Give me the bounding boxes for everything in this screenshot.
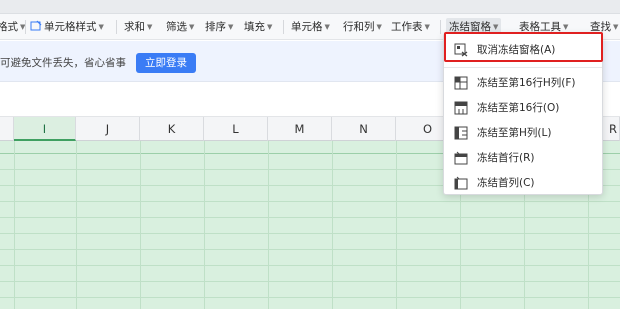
column-header-m[interactable]: M <box>268 117 332 141</box>
row-gridline <box>0 281 620 282</box>
col-gridline <box>140 141 141 309</box>
col-gridline <box>332 141 333 309</box>
row-gridline <box>0 297 620 298</box>
chevron-down-icon: ▼ <box>147 23 153 31</box>
menu-item-label: 冻结首列(C) <box>477 177 535 189</box>
notice-text: 可避免文件丢失，省心省事 <box>0 57 126 69</box>
menu-item-label: 冻结至第H列(L) <box>477 127 552 139</box>
chevron-down-icon: ▼ <box>267 23 273 31</box>
worksheet-menu[interactable]: 工作表 ▼ <box>391 18 430 36</box>
col-gridline <box>268 141 269 309</box>
cell-style-label: 单元格样式 <box>44 21 97 33</box>
rows-cols-menu[interactable]: 行和列 ▼ <box>343 18 382 36</box>
chevron-down-icon: ▼ <box>493 23 499 31</box>
sort-menu[interactable]: 排序 ▼ <box>205 18 233 36</box>
column-header-n[interactable]: N <box>332 117 396 141</box>
column-header-k[interactable]: K <box>140 117 204 141</box>
col-gridline <box>204 141 205 309</box>
cell-style-icon <box>30 20 42 31</box>
fill-label: 填充 <box>244 21 265 33</box>
separator <box>283 20 284 34</box>
cell-label: 单元格 <box>291 21 323 33</box>
freeze-rows-cols-icon <box>454 76 468 90</box>
title-strip <box>0 0 620 14</box>
rows-cols-label: 行和列 <box>343 21 375 33</box>
column-header-j[interactable]: J <box>76 117 140 141</box>
chevron-down-icon: ▼ <box>189 23 195 31</box>
chevron-down-icon: ▼ <box>563 23 569 31</box>
chevron-down-icon: ▼ <box>613 23 619 31</box>
sort-label: 排序 <box>205 21 226 33</box>
separator <box>116 20 117 34</box>
column-header-partial[interactable] <box>0 117 14 141</box>
col-gridline <box>76 141 77 309</box>
menu-item-freeze-rows-cols[interactable]: 冻结至第16行H列(F) <box>444 71 602 95</box>
format-menu[interactable]: 格式 ▼ <box>0 18 25 36</box>
menu-item-freeze-cols[interactable]: 冻结至第H列(L) <box>444 121 602 145</box>
cell-style-menu[interactable]: 单元格样式 ▼ <box>30 18 104 36</box>
cell-menu[interactable]: 单元格 ▼ <box>291 18 330 36</box>
chevron-down-icon: ▼ <box>376 23 382 31</box>
separator <box>440 20 441 34</box>
column-header-i[interactable]: I <box>14 117 76 141</box>
separator <box>25 20 26 34</box>
row-gridline <box>0 249 620 250</box>
worksheet-label: 工作表 <box>391 21 423 33</box>
col-gridline <box>14 141 15 309</box>
menu-item-label: 冻结至第16行(O) <box>477 102 560 114</box>
chevron-down-icon: ▼ <box>324 23 330 31</box>
row-gridline <box>0 201 620 202</box>
sum-label: 求和 <box>124 21 145 33</box>
format-label: 格式 <box>0 21 18 33</box>
annotation-highlight-box <box>444 32 603 62</box>
column-header-l[interactable]: L <box>204 117 268 141</box>
menu-item-label: 冻结至第16行H列(F) <box>477 77 576 89</box>
menu-separator <box>444 67 602 68</box>
row-gridline <box>0 217 620 218</box>
menu-item-label: 冻结首行(R) <box>477 152 535 164</box>
freeze-first-col-icon <box>454 176 468 190</box>
chevron-down-icon: ▼ <box>98 23 104 31</box>
row-gridline <box>0 265 620 266</box>
menu-item-freeze-first-row[interactable]: 冻结首行(R) <box>444 146 602 170</box>
menu-item-freeze-rows[interactable]: 冻结至第16行(O) <box>444 96 602 120</box>
freeze-rows-icon <box>454 101 468 115</box>
freeze-cols-icon <box>454 126 468 140</box>
fill-menu[interactable]: 填充 ▼ <box>244 18 272 36</box>
sum-menu[interactable]: 求和 ▼ <box>124 18 152 36</box>
chevron-down-icon: ▼ <box>228 23 234 31</box>
col-gridline <box>396 141 397 309</box>
freeze-first-row-icon <box>454 151 468 165</box>
menu-item-freeze-first-col[interactable]: 冻结首列(C) <box>444 171 602 195</box>
filter-menu[interactable]: 筛选 ▼ <box>166 18 194 36</box>
chevron-down-icon: ▼ <box>424 23 430 31</box>
row-gridline <box>0 233 620 234</box>
login-button[interactable]: 立即登录 <box>136 53 196 73</box>
filter-label: 筛选 <box>166 21 187 33</box>
